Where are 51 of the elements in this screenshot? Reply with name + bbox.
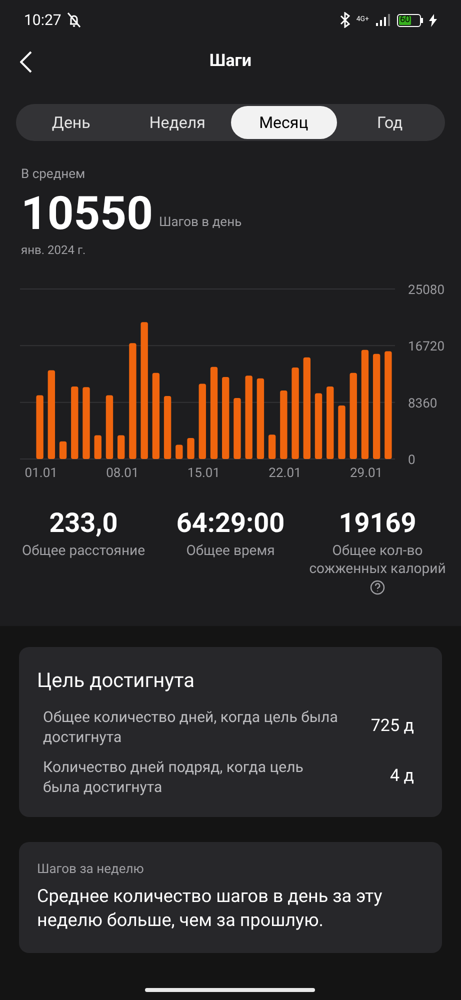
- axis-label: 0: [408, 452, 416, 468]
- goal-value: 725 д: [370, 714, 415, 738]
- axis-label: 8360: [408, 396, 438, 411]
- bar: [234, 398, 241, 458]
- bar: [94, 434, 102, 458]
- bar: [280, 390, 288, 458]
- bluetooth-icon: [340, 12, 350, 28]
- period-tab[interactable]: Месяц: [230, 106, 337, 139]
- axis-label: 22.01: [268, 466, 302, 480]
- stat-value: 64:29:00: [176, 506, 285, 540]
- bar: [59, 440, 67, 458]
- bar: [314, 392, 322, 458]
- muted-bell-icon: [65, 12, 84, 28]
- stat-label: Общее кол-во сожженных калорий: [308, 542, 447, 578]
- axis-label: 15.01: [187, 466, 220, 480]
- period-tab[interactable]: День: [18, 106, 124, 139]
- axis-label: 08.01: [106, 466, 139, 480]
- period-tab[interactable]: Год: [336, 106, 443, 139]
- bar: [268, 434, 276, 458]
- axis-label: 16720: [408, 339, 445, 354]
- average-caption: В среднем: [21, 166, 86, 184]
- stat-value: 233,0: [49, 506, 118, 540]
- card-caption: Шагов за неделю: [37, 860, 145, 878]
- period-tab[interactable]: Неделя: [124, 106, 230, 139]
- bar: [176, 444, 183, 458]
- axis-label: 01.01: [24, 466, 58, 480]
- bar: [82, 386, 90, 458]
- stat-label: Общее время: [186, 542, 275, 560]
- goal-value: 4 д: [390, 764, 415, 788]
- stat-value: 19169: [338, 506, 416, 540]
- page-title: Шаги: [209, 50, 252, 74]
- bar: [36, 394, 44, 458]
- bar: [164, 395, 172, 458]
- weekly-message: Среднее количество шагов в день за эту неделю больше, чем за прошлую.: [37, 885, 384, 933]
- period-label: янв. 2024 г.: [21, 242, 87, 258]
- bar: [187, 437, 194, 458]
- axis-label: 29.01: [350, 466, 383, 480]
- signal-icon: [375, 14, 391, 26]
- bar: [338, 404, 346, 458]
- status-time: 10:27: [24, 10, 62, 31]
- average-unit: Шагов в день: [158, 214, 242, 232]
- average-value: 10550: [21, 186, 153, 240]
- goal-label: Количество дней подряд, когда цель была достигнута: [43, 756, 304, 796]
- card-title: Цель достигнута: [37, 666, 196, 694]
- stat-label: Общее расстояние: [22, 542, 146, 560]
- help-icon[interactable]: [370, 580, 385, 594]
- axis-label: 25080: [408, 282, 445, 298]
- bar: [118, 434, 125, 458]
- battery-icon: 60: [397, 14, 423, 26]
- goal-label: Общее количество дней, когда цель была достигнута: [43, 706, 339, 746]
- bar: [106, 394, 114, 458]
